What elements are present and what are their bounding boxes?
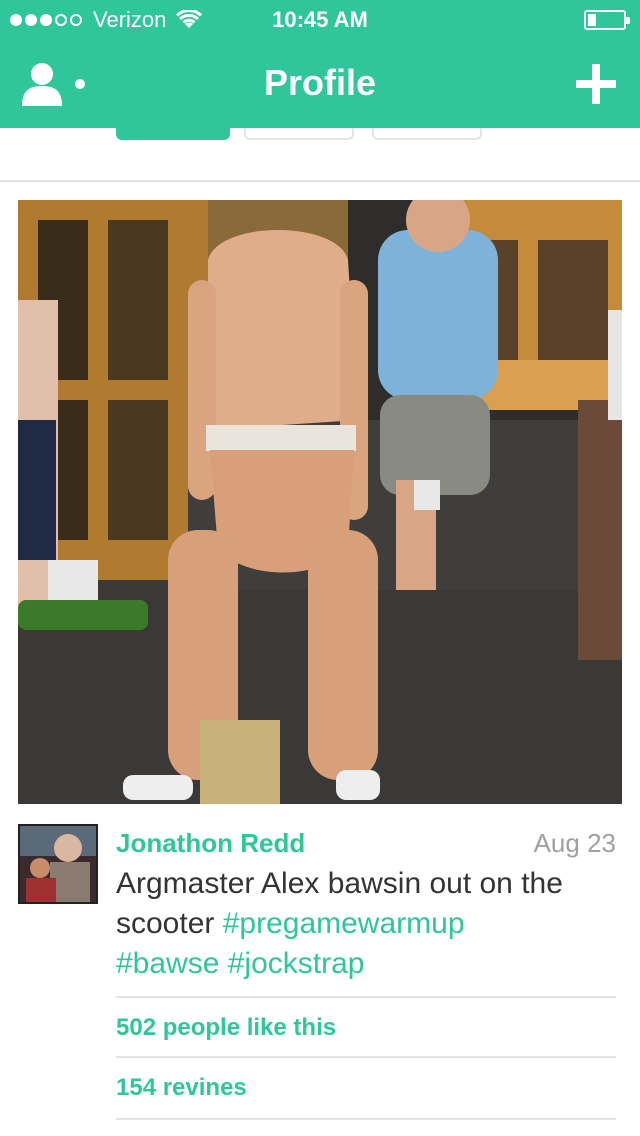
tab-posts[interactable] [116,128,230,140]
tab-likes[interactable] [244,128,354,140]
revines-count-link[interactable]: 154 revines [116,1056,616,1118]
likes-count-link[interactable]: 502 people like this [116,996,616,1058]
post-caption: Argmaster Alex bawsin out on the scooter… [116,864,621,984]
status-bar: Verizon 10:45 AM [0,0,640,40]
status-time: 10:45 AM [272,7,368,32]
post-date: Aug 23 [533,828,616,858]
page-title: Profile [263,62,377,103]
author-name[interactable]: Jonathon Redd [116,828,305,859]
hashtag-link[interactable]: #jockstrap [228,947,365,980]
divider [116,1118,616,1120]
video-frame-image [18,200,622,804]
battery-low-icon [584,10,630,30]
plus-icon[interactable] [574,62,618,106]
profile-tab-row [0,128,640,182]
author-avatar[interactable] [18,824,98,904]
post-video[interactable] [18,200,622,804]
hashtag-link[interactable]: #bawse [116,947,219,980]
avatar-image [20,826,96,902]
hashtag-link[interactable]: #pregamewarmup [223,907,465,940]
nav-bar: Profile [0,40,640,128]
tab-following[interactable] [372,128,482,140]
